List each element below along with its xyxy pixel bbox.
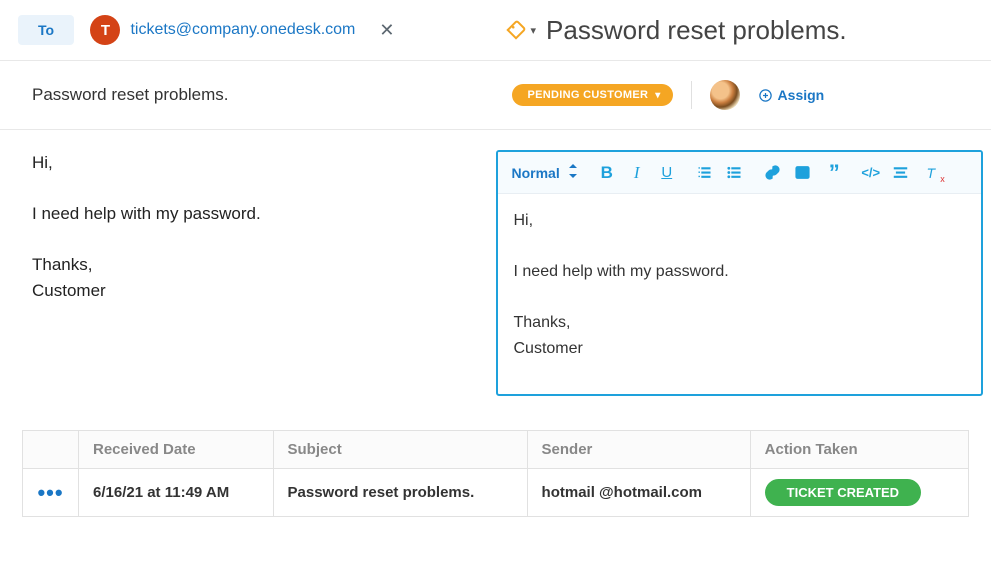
email-subject-wrap: Password reset problems. — [32, 85, 512, 105]
received-cell: 6/16/21 at 11:49 AM — [79, 469, 274, 517]
email-body: Hi, I need help with my password. Thanks… — [0, 130, 496, 323]
meta-row: Password reset problems. PENDING CUSTOME… — [0, 61, 991, 129]
align-button[interactable] — [892, 164, 910, 182]
email-subject: Password reset problems. — [32, 85, 229, 104]
editor-content[interactable]: Hi, I need help with my password. Thanks… — [498, 194, 982, 394]
header-row: To T tickets@company.onedesk.com ✕ ▾ — [0, 0, 991, 60]
action-badge: TICKET CREATED — [765, 479, 921, 506]
action-cell: TICKET CREATED — [750, 469, 968, 517]
to-label: To — [18, 15, 74, 45]
assignee-avatar[interactable] — [710, 80, 740, 110]
email-to-section: To T tickets@company.onedesk.com ✕ — [18, 15, 505, 46]
recipient-avatar: T — [90, 15, 120, 45]
sender-header: Sender — [527, 431, 750, 469]
paragraph-style-label: Normal — [512, 165, 560, 181]
table-row[interactable]: ••• 6/16/21 at 11:49 AM Password reset p… — [23, 469, 969, 517]
assign-label: Assign — [778, 87, 825, 103]
table-header-row: Received Date Subject Sender Action Take… — [23, 431, 969, 469]
code-button[interactable]: </> — [862, 164, 880, 182]
editor-toolbar: Normal B I U — [498, 152, 982, 194]
rich-text-editor: Normal B I U — [496, 150, 984, 396]
recipient-chip[interactable]: T tickets@company.onedesk.com ✕ — [90, 15, 394, 45]
underline-button[interactable]: U — [658, 164, 676, 182]
recipient-email: tickets@company.onedesk.com — [130, 21, 355, 39]
separator — [691, 81, 692, 109]
email-body-wrap: Hi, I need help with my password. Thanks… — [0, 130, 496, 410]
format-group: B I U — [598, 164, 676, 182]
inbox-table: Received Date Subject Sender Action Take… — [22, 430, 969, 517]
remove-recipient-icon[interactable]: ✕ — [379, 20, 394, 41]
ticket-meta-wrap: PENDING CUSTOMER ▾ Assign — [512, 80, 991, 110]
insert-group: ” — [764, 164, 842, 182]
ordered-list-button[interactable] — [696, 164, 714, 182]
ticket-title-input[interactable] — [546, 15, 973, 46]
unordered-list-button[interactable] — [726, 164, 744, 182]
ticket-type-icon[interactable]: ▾ — [505, 19, 537, 41]
received-header: Received Date — [79, 431, 274, 469]
subject-header: Subject — [273, 431, 527, 469]
chevron-down-icon: ▾ — [655, 90, 660, 101]
subject-cell: Password reset problems. — [273, 469, 527, 517]
body-row: Hi, I need help with my password. Thanks… — [0, 130, 991, 410]
sort-icon — [568, 164, 578, 181]
ticket-title-section: ▾ — [505, 15, 991, 46]
assign-button[interactable]: Assign — [758, 87, 825, 103]
paragraph-style-dropdown[interactable]: Normal — [512, 164, 578, 181]
status-dropdown[interactable]: PENDING CUSTOMER ▾ — [512, 84, 673, 106]
plus-circle-icon — [758, 88, 773, 103]
chevron-down-icon[interactable]: ▾ — [531, 24, 537, 37]
row-actions-button[interactable]: ••• — [23, 469, 79, 517]
italic-button[interactable]: I — [628, 164, 646, 182]
blockquote-button[interactable]: ” — [824, 164, 842, 182]
clear-format-button[interactable]: Tx — [922, 164, 940, 182]
editor-wrap: Normal B I U — [496, 130, 991, 410]
action-taken-header: Action Taken — [750, 431, 968, 469]
actions-header — [23, 431, 79, 469]
link-button[interactable] — [764, 164, 782, 182]
image-button[interactable] — [794, 164, 812, 182]
list-group — [696, 164, 744, 182]
status-label: PENDING CUSTOMER — [528, 89, 649, 101]
inbox-table-wrap: Received Date Subject Sender Action Take… — [0, 410, 991, 517]
sender-cell: hotmail @hotmail.com — [527, 469, 750, 517]
extra-group: </> Tx — [862, 164, 940, 182]
bold-button[interactable]: B — [598, 164, 616, 182]
